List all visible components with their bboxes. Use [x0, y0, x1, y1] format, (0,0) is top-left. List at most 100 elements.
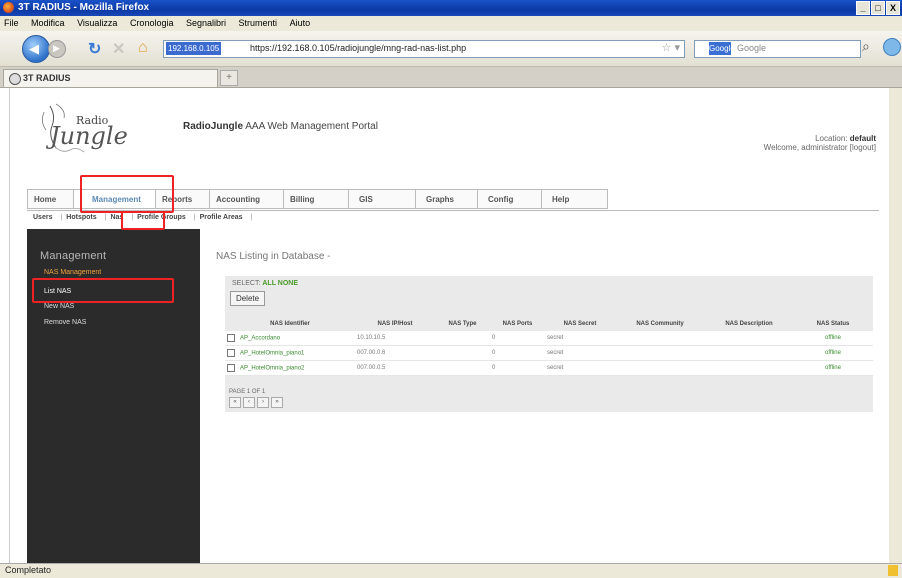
menu-modifica[interactable]: Modifica [31, 18, 65, 28]
nas-ip-cell: 007.00.0.6 [355, 345, 435, 361]
nas-ports-cell: 0 [490, 345, 545, 361]
logo-text-bottom: Jungle [45, 122, 128, 150]
bookmark-star-icon[interactable]: ☆ ▾ [662, 41, 680, 54]
sidebar-item-new-nas[interactable]: New NAS [44, 303, 74, 310]
delete-button[interactable]: Delete [230, 291, 265, 306]
tab-home[interactable]: Home [27, 189, 73, 209]
menu-cronologia[interactable]: Cronologia [130, 18, 174, 28]
home-icon[interactable]: ⌂ [138, 39, 148, 57]
location-value: default [849, 134, 876, 143]
status-bar: Completato [0, 563, 902, 578]
nas-ip-cell: 10.10.10.5 [355, 331, 435, 346]
close-button[interactable]: X [886, 1, 900, 15]
row-checkbox[interactable] [227, 334, 235, 342]
column-header[interactable]: NAS Community [615, 317, 705, 331]
window-title: 3T RADIUS - Mozilla Firefox [18, 2, 150, 13]
site-identity-badge[interactable]: 192.168.0.105 [166, 42, 222, 55]
browser-tab[interactable]: 3T RADIUS [3, 69, 218, 87]
column-header[interactable]: NAS Description [705, 317, 793, 331]
forward-button[interactable] [48, 40, 66, 58]
tab-strip: 3T RADIUS + [0, 67, 902, 88]
address-bar[interactable]: 192.168.0.105 https://192.168.0.105/radi… [163, 40, 685, 58]
column-header[interactable]: NAS Secret [545, 317, 615, 331]
location-label: Location: [815, 134, 848, 143]
sidebar-heading: Management [40, 250, 107, 262]
page-title: NAS Listing in Database - [216, 251, 331, 262]
portal-subtitle: AAA Web Management Portal [245, 121, 378, 132]
tab-gis[interactable]: GIS [348, 189, 415, 209]
column-header[interactable]: NAS IP/Host [355, 317, 435, 331]
pager-text: PAGE 1 OF 1 [229, 389, 266, 395]
nas-ip-cell: 007.00.0.5 [355, 360, 435, 376]
radiojungle-logo: Radio Jungle [42, 103, 128, 153]
last-page-button[interactable]: » [271, 397, 283, 408]
new-tab-button[interactable]: + [220, 70, 238, 86]
minimize-button[interactable]: _ [856, 1, 870, 15]
brand-name: RadioJungle [183, 121, 244, 132]
nas-secret-cell: secret [545, 345, 615, 361]
addon-icon[interactable] [883, 38, 901, 56]
first-page-button[interactable]: « [229, 397, 241, 408]
nas-description-cell [705, 345, 793, 361]
search-engine-icon[interactable]: Google [709, 42, 735, 55]
sidebar-item-remove-nas[interactable]: Remove NAS [44, 319, 86, 326]
row-checkbox[interactable] [227, 364, 235, 372]
subtab-hotspots[interactable]: Hotspots [66, 214, 96, 226]
nas-table: NAS Identifier NAS IP/Host NAS Type NAS … [225, 317, 873, 376]
location-info: Location: default Welcome, administrator… [764, 134, 876, 152]
nas-identifier-link[interactable]: AP_HotelOmnia_piano2 [240, 366, 304, 372]
row-checkbox[interactable] [227, 349, 235, 357]
tab-help[interactable]: Help [541, 189, 608, 209]
select-label: SELECT: [232, 280, 261, 287]
table-row: AP_HotelOmnia_piano2 007.00.0.5 0 secret… [225, 360, 873, 376]
prev-page-button[interactable]: ‹ [243, 397, 255, 408]
search-placeholder: Google [737, 43, 767, 53]
column-header[interactable]: NAS Status [793, 317, 873, 331]
nas-status-cell: offline [793, 331, 873, 346]
navigation-toolbar: ↻ ✕ ⌂ 192.168.0.105 https://192.168.0.10… [0, 31, 902, 67]
back-button[interactable] [22, 35, 50, 63]
menu-segnalibri[interactable]: Segnalibri [186, 18, 226, 28]
nas-identifier-link[interactable]: AP_HotelOmnia_piano1 [240, 351, 304, 357]
next-page-button[interactable]: › [257, 397, 269, 408]
menu-file[interactable]: File [4, 18, 19, 28]
sidebar-section-nas-management: NAS Management [44, 269, 102, 276]
menu-bar: File Modifica Visualizza Cronologia Segn… [0, 16, 902, 31]
select-all-none-link[interactable]: ALL NONE [262, 280, 298, 287]
column-header[interactable]: NAS Identifier [225, 317, 355, 331]
nas-secret-cell: secret [545, 360, 615, 376]
menu-strumenti[interactable]: Strumenti [239, 18, 278, 28]
nas-community-cell [615, 331, 705, 346]
welcome-text[interactable]: Welcome, administrator [logout] [764, 143, 876, 152]
nas-description-cell [705, 331, 793, 346]
column-header[interactable]: NAS Ports [490, 317, 545, 331]
reload-icon[interactable]: ↻ [88, 39, 101, 59]
tab-graphs[interactable]: Graphs [415, 189, 477, 209]
stop-icon[interactable]: ✕ [112, 39, 125, 59]
menu-aiuto[interactable]: Aiuto [290, 18, 311, 28]
tab-title: 3T RADIUS [23, 73, 71, 83]
nas-secret-cell: secret [545, 331, 615, 346]
nas-community-cell [615, 360, 705, 376]
tab-billing[interactable]: Billing [283, 189, 348, 209]
nas-ports-cell: 0 [490, 331, 545, 346]
tab-accounting[interactable]: Accounting [209, 189, 283, 209]
pager-buttons: « ‹ › » [229, 397, 283, 408]
nas-identifier-link[interactable]: AP_Accordano [240, 336, 280, 342]
column-header[interactable]: NAS Type [435, 317, 490, 331]
window-titlebar: 3T RADIUS - Mozilla Firefox _ □ X [0, 0, 902, 16]
nas-type-cell [435, 331, 490, 346]
search-icon[interactable]: ⌕ [862, 38, 870, 55]
status-indicator-icon [888, 565, 898, 576]
maximize-button[interactable]: □ [871, 1, 885, 15]
subtab-users[interactable]: Users [33, 214, 52, 226]
nas-type-cell [435, 360, 490, 376]
vertical-scrollbar[interactable] [889, 88, 902, 563]
highlight-nas-subtab [121, 211, 165, 230]
url-text: https://192.168.0.105/radiojungle/mng-ra… [250, 43, 467, 53]
subtab-profile-areas[interactable]: Profile Areas [200, 214, 243, 226]
tab-config[interactable]: Config [477, 189, 541, 209]
nas-status-cell: offline [793, 345, 873, 361]
menu-visualizza[interactable]: Visualizza [77, 18, 117, 28]
search-box[interactable]: Google Google [694, 40, 861, 58]
